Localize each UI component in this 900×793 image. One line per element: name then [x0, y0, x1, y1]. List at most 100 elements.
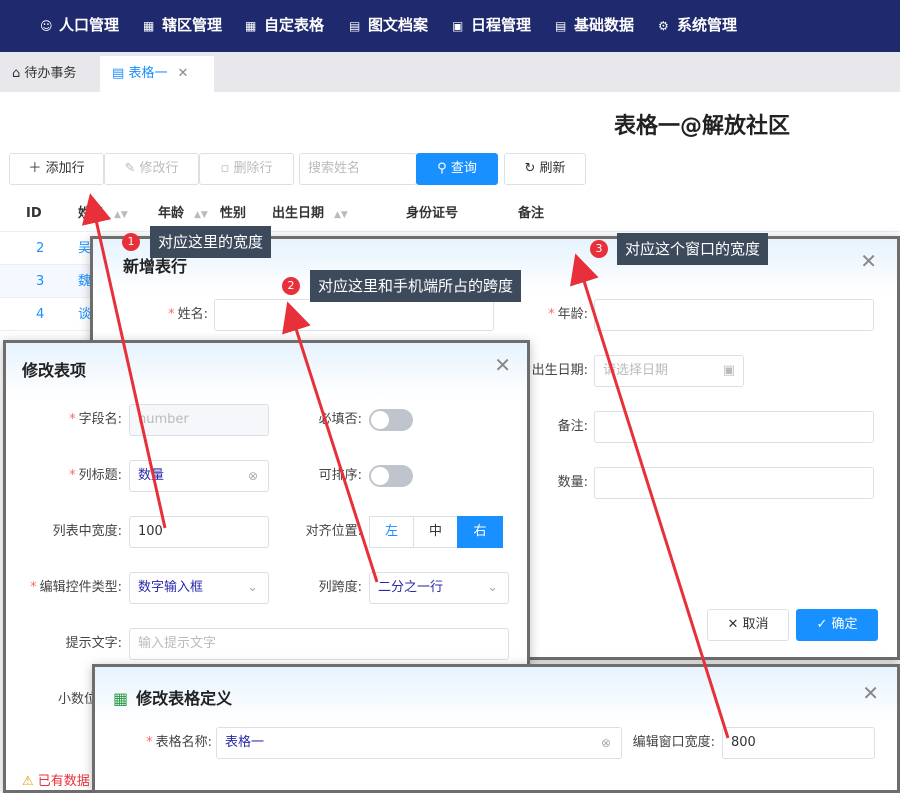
nav-item-population[interactable]: ☺ 人口管理	[40, 0, 119, 52]
control-type-label: * 编辑控件类型:	[30, 580, 122, 595]
quantity-label: 数量:	[557, 475, 588, 490]
nav-item-custom-table[interactable]: ▦ 自定表格	[245, 0, 324, 52]
tab-table-one[interactable]: ▤ 表格一 ✕	[100, 56, 214, 92]
delete-row-button[interactable]: ▫ 删除行	[199, 153, 294, 185]
table-name-label: * 表格名称:	[146, 735, 212, 750]
age-label: * 年龄:	[548, 307, 588, 322]
column-title-label: * 列标题:	[69, 468, 122, 483]
nav-item-base-data[interactable]: ▤ 基础数据	[555, 0, 634, 52]
required-toggle[interactable]	[369, 409, 413, 431]
nav-item-district[interactable]: ▦ 辖区管理	[143, 0, 222, 52]
sort-icon[interactable]: ▲▼	[194, 210, 208, 220]
refresh-button[interactable]: ↻ 刷新	[504, 153, 586, 185]
chevron-down-icon: ⌄	[487, 580, 498, 595]
align-left-button[interactable]: 左	[369, 516, 414, 548]
callout-2: 对应这里和手机端所占的跨度	[310, 270, 522, 302]
confirm-button[interactable]: ✓ 确定	[796, 609, 878, 641]
align-center-button[interactable]: 中	[413, 516, 458, 548]
refresh-icon: ↻	[524, 161, 536, 176]
close-icon[interactable]: ✕	[862, 681, 879, 705]
callout-badge-2: 2	[282, 277, 300, 295]
close-icon: ✕	[727, 617, 739, 632]
column-title-input[interactable]: 数量 ⊗	[129, 460, 269, 492]
add-row-button[interactable]: ＋ 添加行	[9, 153, 104, 185]
age-field[interactable]	[594, 299, 874, 331]
callout-1: 对应这里的宽度	[150, 226, 272, 258]
user-icon: ☺	[40, 19, 53, 33]
check-icon: ✓	[816, 617, 828, 632]
table-definition-dialog: ▦ 修改表格定义 ✕ * 表格名称: 表格一 ⊗ 编辑窗口宽度: 800	[92, 664, 900, 793]
dialog-title: ▦ 修改表格定义	[113, 689, 233, 708]
table-header: ID 姓名 ▲▼ 年龄 ▲▼ 性别 出生日期 ▲▼ 身份证号 备注	[0, 196, 900, 232]
page-title: 表格一@解放社区	[614, 114, 791, 139]
cancel-button[interactable]: ✕ 取消	[707, 609, 789, 641]
column-header-idcard: 身份证号	[406, 206, 459, 221]
close-icon[interactable]: ✕	[494, 353, 511, 377]
calendar-icon: ▣	[452, 19, 464, 33]
table-icon: ▦	[245, 19, 257, 33]
callout-badge-3: 3	[590, 240, 608, 258]
quantity-field[interactable]	[594, 467, 874, 499]
callout-badge-1: 1	[122, 233, 140, 251]
name-field[interactable]	[214, 299, 494, 331]
close-icon[interactable]: ✕	[860, 249, 877, 273]
column-header-name[interactable]: 姓名 ▲▼	[78, 196, 128, 232]
search-input[interactable]: 搜索姓名	[299, 153, 417, 185]
dialog-header: ▦ 修改表格定义 ✕	[95, 667, 897, 721]
nav-item-schedule[interactable]: ▣ 日程管理	[452, 0, 531, 52]
field-name-input[interactable]: number	[129, 404, 269, 436]
grid-icon: ▦	[113, 689, 129, 708]
field-name-label: * 字段名:	[69, 412, 122, 427]
close-icon[interactable]: ✕	[177, 66, 188, 81]
align-right-button[interactable]: 右	[457, 516, 503, 548]
sort-icon[interactable]: ▲▼	[334, 210, 348, 220]
list-width-label: 列表中宽度:	[52, 524, 122, 539]
document-icon: ▤	[349, 19, 361, 33]
chevron-down-icon: ⌄	[247, 580, 258, 595]
window-width-label: 编辑窗口宽度:	[632, 735, 715, 750]
hint-text-label: 提示文字:	[65, 636, 122, 651]
dialog-header: 修改表项 ✕	[6, 343, 527, 397]
tab-bar: ⌂ 待办事务 ▤ 表格一 ✕	[0, 52, 900, 92]
clear-icon[interactable]: ⊗	[248, 461, 258, 491]
remark-label: 备注:	[557, 419, 588, 434]
span-label: 列跨度:	[318, 580, 362, 595]
search-icon: ⚲	[437, 161, 447, 176]
calendar-icon: ▣	[722, 363, 735, 378]
required-label: 必填否:	[318, 412, 362, 427]
edit-row-button[interactable]: ✎ 修改行	[104, 153, 199, 185]
column-header-birthdate[interactable]: 出生日期 ▲▼	[272, 196, 348, 232]
control-type-select[interactable]: 数字输入框 ⌄	[129, 572, 269, 604]
table-name-input[interactable]: 表格一 ⊗	[216, 727, 622, 759]
remark-field[interactable]	[594, 411, 874, 443]
birthdate-picker[interactable]: 请选择日期 ▣	[594, 355, 744, 387]
query-button[interactable]: ⚲ 查询	[416, 153, 498, 185]
tab-todo[interactable]: ⌂ 待办事务	[0, 56, 88, 92]
form-icon: ▤	[112, 66, 125, 81]
span-select[interactable]: 二分之一行 ⌄	[369, 572, 509, 604]
callout-3: 对应这个窗口的宽度	[617, 233, 769, 265]
existing-data-warning: ⚠ 已有数据	[22, 774, 90, 789]
trash-icon: ▫	[220, 161, 230, 176]
clear-icon[interactable]: ⊗	[601, 728, 611, 758]
plus-icon: ＋	[28, 161, 42, 176]
column-header-remark: 备注	[518, 206, 545, 221]
dialog-title: 修改表项	[22, 361, 87, 380]
building-icon: ▦	[143, 19, 155, 33]
nav-item-archives[interactable]: ▤ 图文档案	[349, 0, 428, 52]
database-icon: ▤	[555, 19, 567, 33]
gear-icon: ⚙	[658, 19, 669, 33]
sortable-label: 可排序:	[318, 468, 362, 483]
list-width-input[interactable]: 100	[129, 516, 269, 548]
column-header-id: ID	[26, 206, 42, 221]
window-width-input[interactable]: 800	[722, 727, 875, 759]
home-icon: ⌂	[12, 66, 21, 81]
sort-icon[interactable]: ▲▼	[114, 210, 128, 220]
warning-icon: ⚠	[22, 774, 34, 789]
top-navigation: ☺ 人口管理 ▦ 辖区管理 ▦ 自定表格 ▤ 图文档案 ▣ 日程管理 ▤ 基础数据 ⚙ 系统管…	[0, 0, 900, 52]
nav-item-system[interactable]: ⚙ 系统管理	[658, 0, 737, 52]
hint-text-input[interactable]: 输入提示文字	[129, 628, 509, 660]
sortable-toggle[interactable]	[369, 465, 413, 487]
name-label: * 姓名:	[168, 307, 208, 322]
pencil-icon: ✎	[124, 161, 136, 176]
